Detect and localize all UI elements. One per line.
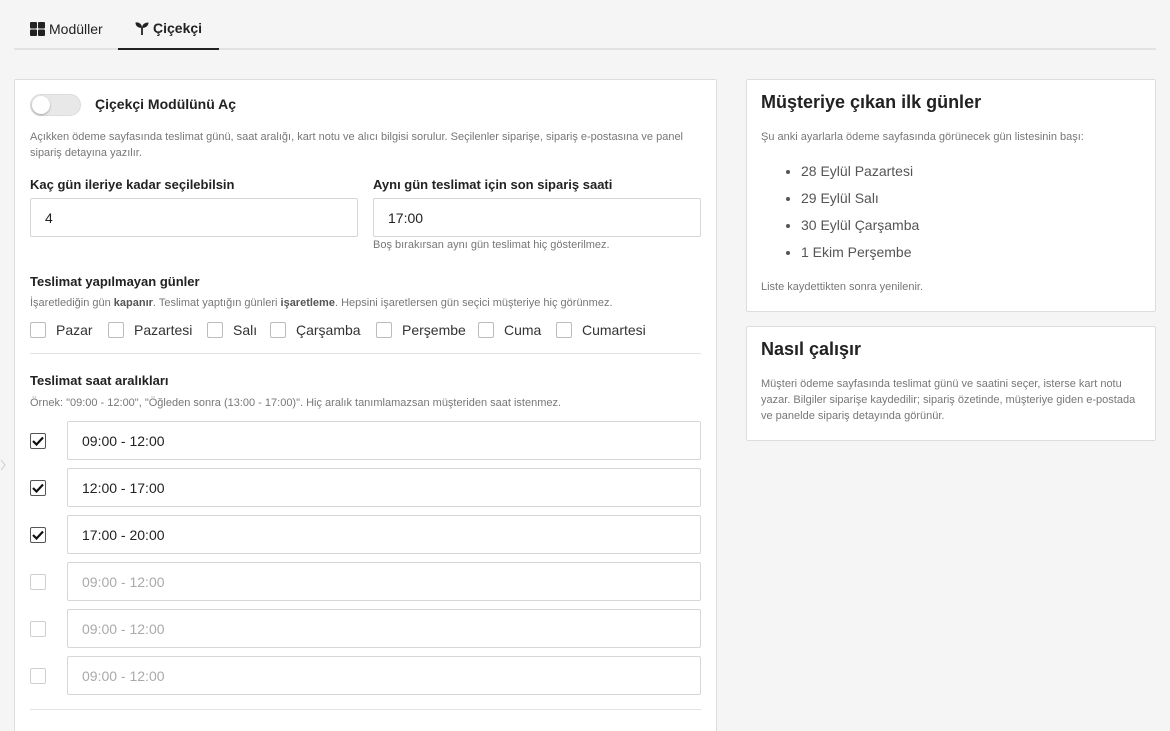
list-item: 1 Ekim Perşembe xyxy=(801,241,919,268)
time-slot-checkbox-5[interactable] xyxy=(30,621,46,637)
day-checkbox-tuesday[interactable]: Salı xyxy=(207,322,257,338)
list-item: 29 Eylül Salı xyxy=(801,187,919,214)
grid-icon xyxy=(30,22,45,36)
day-checkbox-wednesday[interactable]: Çarşamba xyxy=(270,322,361,338)
day-label: Çarşamba xyxy=(296,322,361,338)
check-icon xyxy=(32,530,44,540)
checkbox[interactable] xyxy=(556,322,572,338)
module-description: Açıkken ödeme sayfasında teslimat günü, … xyxy=(30,131,684,159)
how-title: Nasıl çalışır xyxy=(761,339,862,359)
time-slot-checkbox-1[interactable] xyxy=(30,433,46,449)
day-label: Salı xyxy=(233,322,258,338)
day-checkbox-thursday[interactable]: Perşembe xyxy=(376,322,466,338)
checkbox[interactable] xyxy=(207,322,223,338)
day-label: Perşembe xyxy=(402,322,466,338)
toggle-knob xyxy=(32,96,50,114)
preview-days-card: Müşteriye çıkan ilk günler Şu anki ayarl… xyxy=(746,79,1156,312)
preview-footer: Liste kaydettikten sonra yenilenir. xyxy=(761,281,924,293)
tab-florist[interactable]: Çiçekçi xyxy=(118,8,220,50)
checkbox[interactable] xyxy=(30,322,46,338)
checkbox[interactable] xyxy=(108,322,124,338)
seedling-icon xyxy=(135,21,149,35)
chevron-right-icon[interactable] xyxy=(0,458,6,472)
time-slot-checkbox-4[interactable] xyxy=(30,574,46,590)
time-slot-input-4[interactable] xyxy=(67,562,701,601)
time-slot-input-2[interactable] xyxy=(67,468,701,507)
day-label: Cuma xyxy=(504,322,542,338)
day-checkbox-friday[interactable]: Cuma xyxy=(478,322,541,338)
days-ahead-label: Kaç gün ileriye kadar seçilebilsin xyxy=(30,177,235,192)
days-ahead-input[interactable] xyxy=(30,198,358,237)
day-label: Pazartesi xyxy=(134,322,193,338)
preview-day-list: 28 Eylül Pazartesi 29 Eylül Salı 30 Eylü… xyxy=(801,160,919,268)
checkbox[interactable] xyxy=(478,322,494,338)
time-slot-checkbox-6[interactable] xyxy=(30,668,46,684)
day-label: Cumartesi xyxy=(582,322,646,338)
tab-modules-label: Modüller xyxy=(49,21,103,37)
how-it-works-card: Nasıl çalışır Müşteri ödeme sayfasında t… xyxy=(746,326,1156,441)
tab-bar: Modüller Çiçekçi xyxy=(14,8,1156,50)
time-slot-input-1[interactable] xyxy=(67,421,701,460)
time-slot-checkbox-2[interactable] xyxy=(30,480,46,496)
day-checkbox-sunday[interactable]: Pazar xyxy=(30,322,93,338)
list-item: 30 Eylül Çarşamba xyxy=(801,214,919,241)
time-slot-checkbox-3[interactable] xyxy=(30,527,46,543)
preview-help: Şu anki ayarlarla ödeme sayfasında görün… xyxy=(761,131,1084,143)
day-label: Pazar xyxy=(56,322,93,338)
time-slots-label: Teslimat saat aralıkları xyxy=(30,373,169,388)
same-day-cutoff-input[interactable] xyxy=(373,198,701,237)
closed-days-label: Teslimat yapılmayan günler xyxy=(30,274,200,289)
florist-settings-card: Çiçekçi Modülünü Aç Açıkken ödeme sayfas… xyxy=(14,79,717,731)
day-checkbox-monday[interactable]: Pazartesi xyxy=(108,322,192,338)
how-text: Müşteri ödeme sayfasında teslimat günü v… xyxy=(761,378,1136,422)
divider xyxy=(30,709,701,710)
divider xyxy=(30,353,701,354)
same-day-help: Boş bırakırsan aynı gün teslimat hiç gös… xyxy=(373,239,610,251)
module-enable-label: Çiçekçi Modülünü Aç xyxy=(95,96,237,112)
checkbox[interactable] xyxy=(270,322,286,338)
check-icon xyxy=(32,436,44,446)
same-day-label: Aynı gün teslimat için son sipariş saati xyxy=(373,177,613,192)
time-slot-input-3[interactable] xyxy=(67,515,701,554)
tab-modules[interactable]: Modüller xyxy=(30,8,103,50)
tab-florist-label: Çiçekçi xyxy=(153,20,203,36)
list-item: 28 Eylül Pazartesi xyxy=(801,160,919,187)
module-enable-toggle[interactable] xyxy=(30,94,81,116)
time-slots-help: Örnek: "09:00 - 12:00", "Öğleden sonra (… xyxy=(30,397,562,409)
preview-title: Müşteriye çıkan ilk günler xyxy=(761,92,982,112)
time-slot-input-5[interactable] xyxy=(67,609,701,648)
checkbox[interactable] xyxy=(376,322,392,338)
time-slot-input-6[interactable] xyxy=(67,656,701,695)
check-icon xyxy=(32,483,44,493)
closed-days-help: İşaretlediğin gün kapanır. Teslimat yapt… xyxy=(30,297,613,309)
day-checkbox-saturday[interactable]: Cumartesi xyxy=(556,322,646,338)
